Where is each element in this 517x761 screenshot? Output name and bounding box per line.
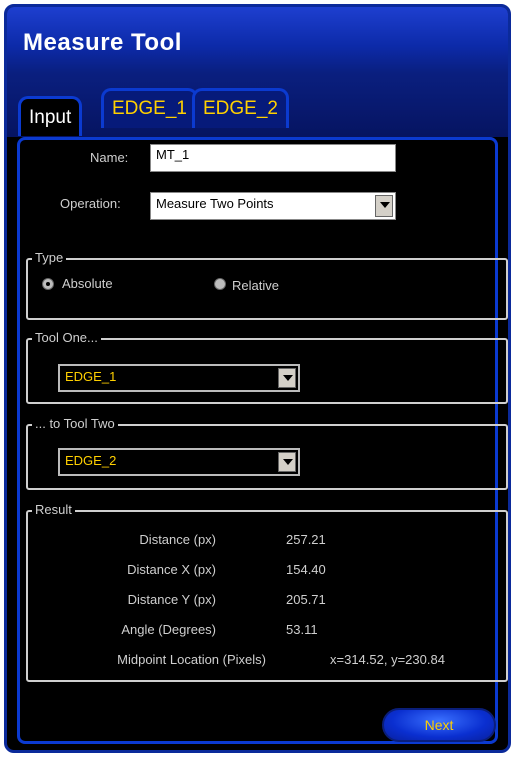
chevron-down-icon[interactable] [375, 195, 393, 217]
result-angle-label: Angle (Degrees) [121, 622, 216, 637]
radio-relative-label: Relative [232, 278, 279, 293]
type-group-legend: Type [32, 250, 67, 265]
operation-select[interactable]: Measure Two Points [150, 192, 396, 220]
result-angle-value: 53.11 [286, 622, 318, 637]
result-distance-y-label: Distance Y (px) [127, 592, 216, 607]
next-button-label: Next [424, 717, 454, 733]
tool-one-select[interactable]: EDGE_1 [58, 364, 300, 392]
result-distance-y-value: 205.71 [286, 592, 326, 607]
radio-absolute[interactable] [42, 278, 54, 290]
result-legend: Result [32, 502, 75, 517]
window-title: Measure Tool [23, 29, 182, 56]
title-bar: Measure Tool [7, 7, 508, 73]
tab-edge-1[interactable]: EDGE_1 [101, 88, 198, 128]
result-midpoint-label: Midpoint Location (Pixels) [117, 652, 266, 667]
result-distance-x-value: 154.40 [286, 562, 326, 577]
tab-input[interactable]: Input [18, 96, 83, 136]
chevron-down-icon[interactable] [278, 452, 296, 472]
tab-edge-1-label: EDGE_1 [112, 98, 187, 119]
tool-two-select[interactable]: EDGE_2 [58, 448, 300, 476]
chevron-down-icon[interactable] [278, 368, 296, 388]
tab-edge-2-label: EDGE_2 [203, 98, 278, 119]
tab-edge-2[interactable]: EDGE_2 [192, 88, 289, 128]
result-distance-label: Distance (px) [139, 532, 216, 547]
result-midpoint-value: x=314.52, y=230.84 [330, 652, 445, 667]
name-input[interactable]: MT_1 [150, 144, 396, 172]
tool-two-legend: ... to Tool Two [32, 416, 118, 431]
radio-relative[interactable] [214, 278, 226, 290]
name-label: Name: [90, 150, 129, 165]
operation-select-value: Measure Two Points [156, 196, 274, 211]
tool-two-value: EDGE_2 [65, 453, 117, 468]
operation-label: Operation: [60, 196, 121, 211]
tool-one-value: EDGE_1 [65, 369, 117, 384]
tab-input-label: Input [29, 107, 72, 128]
next-button[interactable]: Next [382, 708, 496, 742]
result-distance-x-label: Distance X (px) [127, 562, 216, 577]
tool-one-legend: Tool One... [32, 330, 101, 345]
result-distance-value: 257.21 [286, 532, 326, 547]
radio-absolute-label: Absolute [62, 276, 113, 291]
